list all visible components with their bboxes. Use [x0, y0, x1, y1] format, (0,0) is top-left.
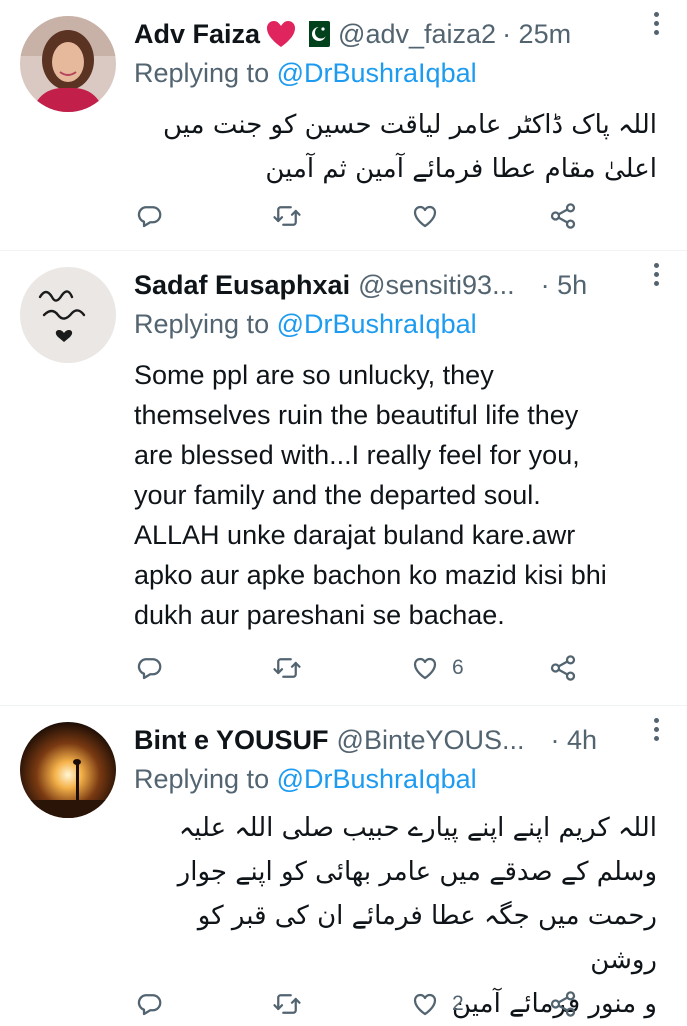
display-name[interactable]: Adv Faiza	[134, 19, 260, 50]
tweet-actions: 6	[134, 650, 604, 686]
tweet-actions: 2	[134, 986, 604, 1022]
share-button[interactable]	[548, 198, 578, 234]
replying-to: Replying to @DrBushraIqbal	[134, 309, 477, 340]
share-icon	[548, 201, 578, 231]
tweet-actions	[134, 198, 604, 234]
red-heart-icon	[266, 20, 296, 48]
retweet-button[interactable]	[272, 198, 302, 234]
like-button[interactable]	[410, 198, 452, 234]
avatar[interactable]	[20, 267, 116, 363]
display-name[interactable]: Sadaf Eusaphxai	[134, 270, 350, 301]
retweet-button[interactable]	[272, 650, 302, 686]
pakistan-flag-icon	[302, 21, 331, 47]
display-name[interactable]: Bint e YOUSUF	[134, 725, 329, 756]
share-icon	[548, 989, 578, 1019]
more-options-icon[interactable]	[654, 12, 659, 35]
tweet-text: اللہ پاک ڈاکٹر عامر لیاقت حسین کو جنت می…	[163, 110, 657, 184]
replying-to: Replying to @DrBushraIqbal	[134, 764, 477, 795]
replying-label: Replying to	[134, 764, 270, 794]
handle[interactable]: @BinteYOUS...	[337, 725, 525, 756]
replying-label: Replying to	[134, 309, 270, 339]
tweet-bint-e-yousuf[interactable]: Bint e YOUSUF @BinteYOUS... · 4h Replyin…	[0, 706, 687, 1024]
handle[interactable]: @adv_faiza2	[338, 19, 496, 50]
mention-link[interactable]: @DrBushraIqbal	[277, 309, 477, 339]
reply-thread: Adv Faiza @adv_faiza2 · 25m Replying to …	[0, 0, 687, 1024]
replying-to: Replying to @DrBushraIqbal	[134, 58, 477, 89]
timestamp[interactable]: · 5h	[541, 270, 588, 301]
like-icon	[410, 989, 440, 1019]
timestamp[interactable]: · 25m	[502, 19, 571, 50]
avatar[interactable]	[20, 16, 116, 112]
reply-icon	[134, 201, 164, 231]
share-button[interactable]	[548, 650, 578, 686]
tweet-text: Some ppl are so unlucky, they themselves…	[134, 360, 607, 630]
avatar[interactable]	[20, 722, 116, 818]
replying-label: Replying to	[134, 58, 270, 88]
tweet-header: Bint e YOUSUF @BinteYOUS... · 4h	[134, 720, 667, 760]
mention-link[interactable]: @DrBushraIqbal	[277, 764, 477, 794]
more-options-icon[interactable]	[654, 263, 659, 286]
handle[interactable]: @sensiti93...	[358, 270, 514, 301]
like-icon	[410, 201, 440, 231]
retweet-icon	[272, 201, 302, 231]
more-options-icon[interactable]	[654, 718, 659, 741]
reply-icon	[134, 653, 164, 683]
timestamp[interactable]: · 4h	[551, 725, 598, 756]
share-icon	[548, 653, 578, 683]
retweet-icon	[272, 989, 302, 1019]
like-button[interactable]: 2	[410, 986, 464, 1022]
tweet-header: Adv Faiza @adv_faiza2 · 25m	[134, 14, 667, 54]
like-button[interactable]: 6	[410, 650, 464, 686]
tweet-adv-faiza[interactable]: Adv Faiza @adv_faiza2 · 25m Replying to …	[0, 0, 687, 250]
reply-button[interactable]	[134, 198, 164, 234]
like-icon	[410, 653, 440, 683]
like-count: 6	[452, 656, 464, 679]
reply-button[interactable]	[134, 986, 164, 1022]
mention-link[interactable]: @DrBushraIqbal	[277, 58, 477, 88]
share-button[interactable]	[548, 986, 578, 1022]
tweet-sadaf-eusaphxai[interactable]: Sadaf Eusaphxai @sensiti93... · 5h Reply…	[0, 251, 687, 705]
like-count: 2	[452, 992, 464, 1015]
retweet-icon	[272, 653, 302, 683]
reply-icon	[134, 989, 164, 1019]
retweet-button[interactable]	[272, 986, 302, 1022]
tweet-header: Sadaf Eusaphxai @sensiti93... · 5h	[134, 265, 667, 305]
reply-button[interactable]	[134, 650, 164, 686]
